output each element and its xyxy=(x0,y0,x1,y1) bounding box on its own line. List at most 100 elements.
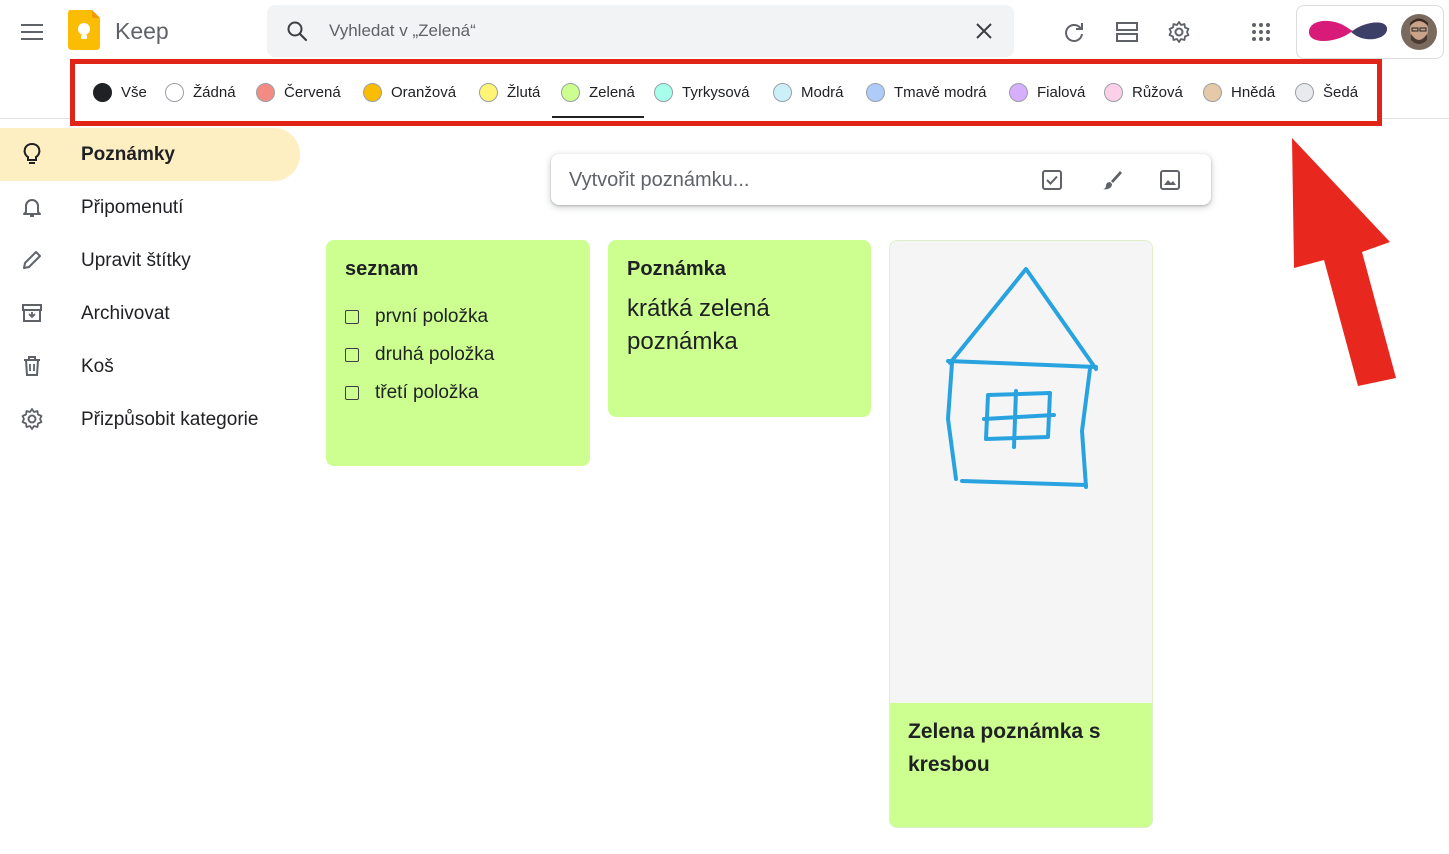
sidebar: Poznámky Připomenutí Upravit štítky Arch… xyxy=(0,128,310,446)
list-item-text: první položka xyxy=(375,306,489,327)
filter-chip-pink[interactable]: Růžová xyxy=(1104,64,1183,121)
sidebar-item-notes[interactable]: Poznámky xyxy=(0,128,300,181)
annotation-arrow-icon xyxy=(1292,138,1396,386)
app-title: Keep xyxy=(115,18,169,44)
pencil-icon xyxy=(20,248,44,272)
app-header: Keep xyxy=(0,0,1449,64)
take-note-bar[interactable]: Vytvořit poznámku... xyxy=(551,154,1211,205)
apps-button[interactable] xyxy=(1241,12,1281,52)
clear-search-button[interactable] xyxy=(970,17,998,45)
trash-icon xyxy=(20,354,44,378)
user-avatar-icon xyxy=(1401,14,1437,50)
color-swatch xyxy=(363,83,382,102)
filter-chip-all[interactable]: Vše xyxy=(93,64,147,121)
new-image-note-button[interactable] xyxy=(1156,166,1184,194)
sidebar-item-label: Poznámky xyxy=(81,143,175,165)
hamburger-menu-icon xyxy=(21,24,43,40)
sidebar-item-label: Archivovat xyxy=(81,302,170,324)
avatar[interactable] xyxy=(1401,14,1437,50)
gear-icon xyxy=(1168,21,1190,43)
list-item[interactable]: třetí položka xyxy=(345,382,479,404)
list-item-text: druhá položka xyxy=(375,344,495,365)
filter-label: Červená xyxy=(284,84,341,101)
close-icon xyxy=(976,23,992,39)
color-filter-bar: Vše Žádná Červená Oranžová Žlutá Zelená … xyxy=(70,59,1382,126)
take-note-placeholder: Vytvořit poznámku... xyxy=(569,169,750,191)
filter-chip-red[interactable]: Červená xyxy=(256,64,341,121)
color-swatch xyxy=(1104,83,1123,102)
list-view-icon xyxy=(1116,22,1138,42)
new-drawing-button[interactable] xyxy=(1098,166,1126,194)
color-swatch xyxy=(654,83,673,102)
brush-icon xyxy=(1103,171,1122,190)
sidebar-item-label: Koš xyxy=(81,355,114,377)
note-card-list[interactable]: seznam první položka druhá položka třetí… xyxy=(326,240,590,466)
search-icon[interactable] xyxy=(285,19,309,43)
keep-logo-icon xyxy=(68,10,100,50)
lightbulb-icon xyxy=(20,142,44,166)
filter-chip-blue[interactable]: Modrá xyxy=(773,64,844,121)
search-bar xyxy=(267,5,1014,57)
sidebar-item-edit-labels[interactable]: Upravit štítky xyxy=(0,234,310,287)
filter-label: Šedá xyxy=(1323,84,1359,101)
checkbox[interactable] xyxy=(345,386,359,400)
refresh-icon xyxy=(1065,23,1083,42)
filter-chip-teal[interactable]: Tyrkysová xyxy=(654,64,750,121)
filter-label: Růžová xyxy=(1132,84,1183,101)
note-title: Poznámka xyxy=(627,258,726,280)
account-switcher[interactable] xyxy=(1296,5,1444,59)
sidebar-item-trash[interactable]: Koš xyxy=(0,340,310,393)
color-swatch xyxy=(1009,83,1028,102)
filter-chip-gray[interactable]: Šedá xyxy=(1295,64,1358,121)
note-drawing[interactable] xyxy=(890,241,1152,703)
gear-icon xyxy=(20,407,44,431)
color-swatch xyxy=(93,83,112,102)
image-icon xyxy=(1160,170,1180,190)
filter-label: Hnědá xyxy=(1231,84,1276,101)
search-input[interactable] xyxy=(329,16,929,46)
filter-label: Tmavě modrá xyxy=(894,84,987,101)
color-swatch xyxy=(256,83,275,102)
filter-label: Tyrkysová xyxy=(682,84,750,101)
organization-logo-icon xyxy=(1309,20,1387,42)
filter-chip-dark-blue[interactable]: Tmavě modrá xyxy=(866,64,987,121)
filter-chip-none[interactable]: Žádná xyxy=(165,64,236,121)
list-item[interactable]: první položka xyxy=(345,306,488,328)
color-swatch xyxy=(561,83,580,102)
sidebar-item-label: Připomenutí xyxy=(81,196,184,218)
main-menu-button[interactable] xyxy=(12,12,52,52)
color-swatch xyxy=(773,83,792,102)
color-swatch xyxy=(479,83,498,102)
settings-button[interactable] xyxy=(1159,12,1199,52)
note-body: krátká zelená poznámka xyxy=(627,295,770,355)
sidebar-item-archive[interactable]: Archivovat xyxy=(0,287,310,340)
filter-label: Fialová xyxy=(1037,84,1086,101)
archive-icon xyxy=(20,301,44,325)
sidebar-item-customize-categories[interactable]: Přizpůsobit kategorie xyxy=(0,393,310,446)
filter-chip-orange[interactable]: Oranžová xyxy=(363,64,456,121)
filter-chip-purple[interactable]: Fialová xyxy=(1009,64,1085,121)
list-item-text: třetí položka xyxy=(375,382,479,403)
list-view-button[interactable] xyxy=(1107,12,1147,52)
filter-label: Vše xyxy=(121,84,147,101)
filter-label: Oranžová xyxy=(391,84,457,101)
new-list-button[interactable] xyxy=(1038,166,1066,194)
checkbox[interactable] xyxy=(345,310,359,324)
filter-chip-green[interactable]: Zelená xyxy=(552,64,644,121)
note-card-text[interactable]: Poznámka krátká zelená poznámka xyxy=(608,240,871,417)
sidebar-item-reminders[interactable]: Připomenutí xyxy=(0,181,310,234)
sidebar-item-label: Upravit štítky xyxy=(81,249,191,271)
color-swatch xyxy=(165,83,184,102)
checkbox[interactable] xyxy=(345,348,359,362)
filter-chip-yellow[interactable]: Žlutá xyxy=(479,64,540,121)
sidebar-item-label: Přizpůsobit kategorie xyxy=(81,408,259,430)
note-card-drawing[interactable]: Zelena poznámka s kresbou xyxy=(889,240,1153,828)
refresh-button[interactable] xyxy=(1054,12,1094,52)
filter-label: Zelená xyxy=(589,84,635,101)
color-swatch xyxy=(1203,83,1222,102)
list-item[interactable]: druhá položka xyxy=(345,344,494,366)
color-swatch xyxy=(866,83,885,102)
checkbox-icon xyxy=(1042,170,1062,190)
filter-chip-brown[interactable]: Hnědá xyxy=(1203,64,1275,121)
note-title: Zelena poznámka s kresbou xyxy=(908,720,1101,776)
